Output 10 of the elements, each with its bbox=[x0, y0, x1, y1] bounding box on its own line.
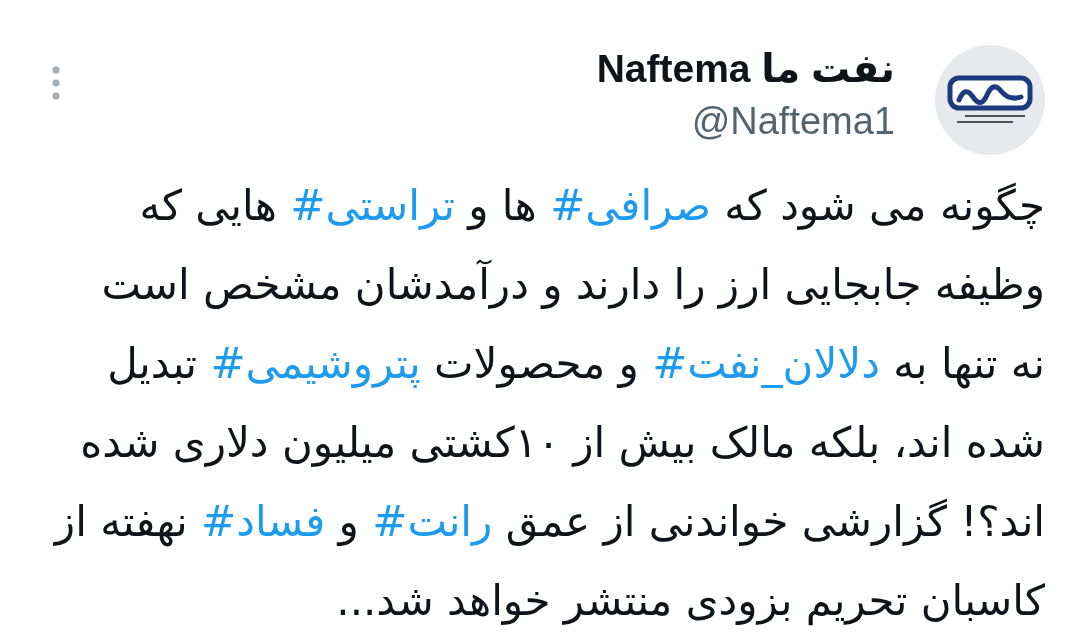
hashtag-link[interactable]: #رانت bbox=[372, 497, 493, 546]
hashtag-link[interactable]: #پتروشیمی bbox=[210, 339, 421, 388]
hashtag-link[interactable]: #تراستی bbox=[290, 181, 455, 230]
tweet-text: چگونه می شود که #صرافی ها و #تراستی هایی که وظیفه جابجایی ارز را دارند و درآمدشان مشخص است نه تنها به #دلالان_نفت و محصولات #پتروشیمی تبدیل شده اند، بلکه مالک بیش از ۱۰کشتی میلیون دلاری شده اند؟! گزارشی خواندنی از عمق #رانت و #فساد نهفته از کاسبان تحریم بزودی منتشر خواهد شد... bbox=[52, 180, 1045, 628]
hashtag-link[interactable]: #دلالان_نفت bbox=[652, 339, 880, 388]
display-name[interactable]: نفت ما Naftema bbox=[596, 45, 895, 93]
hashtag-link[interactable]: #صرافی bbox=[550, 181, 711, 230]
hashtag-link[interactable]: #فساد bbox=[201, 497, 326, 546]
logo-avatar[interactable] bbox=[935, 45, 1045, 155]
user-handle: @Naftema1 bbox=[691, 99, 895, 144]
